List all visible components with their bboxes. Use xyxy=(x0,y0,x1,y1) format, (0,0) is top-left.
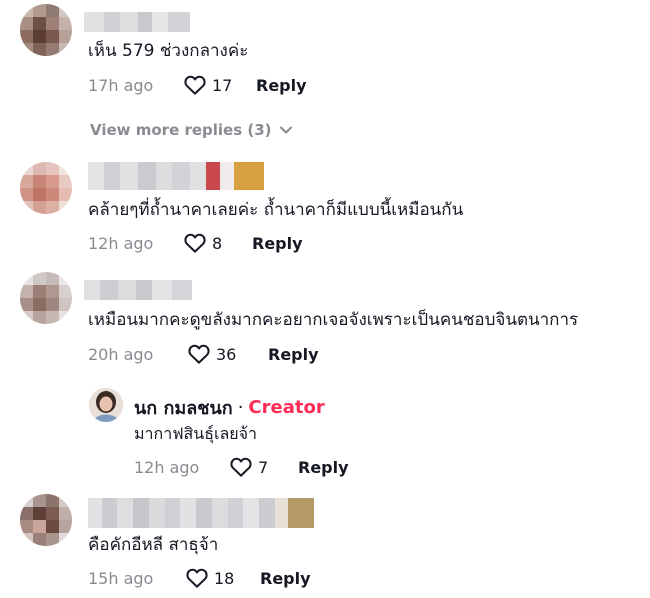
creator-reply-meta: 12h ago 7 Reply xyxy=(134,457,349,477)
avatar[interactable] xyxy=(20,4,72,56)
reply-button[interactable]: Reply xyxy=(256,76,307,95)
heart-icon xyxy=(188,344,210,364)
reply-button[interactable]: Reply xyxy=(252,234,303,253)
reply-button[interactable]: Reply xyxy=(268,345,319,364)
heart-icon xyxy=(184,233,206,253)
like-count: 7 xyxy=(258,457,269,477)
comment-meta: 17h ago 17 Reply xyxy=(88,75,307,95)
view-more-replies-button[interactable]: View more replies (3) xyxy=(90,121,292,139)
username-blurred[interactable] xyxy=(88,498,314,528)
chevron-down-icon xyxy=(279,126,292,134)
like-button[interactable]: 8 xyxy=(184,233,252,253)
creator-header: นก กมลชนก · Creator xyxy=(134,393,325,422)
creator-avatar-image xyxy=(89,388,123,422)
comment-text: คือคักอีหลี สาธุจ้า xyxy=(88,535,219,555)
creator-reply-text: มากาฟสินธุ์เลยจ้า xyxy=(134,424,258,443)
view-more-label: View more replies (3) xyxy=(90,121,272,139)
comment-text: เหมือนมากคะดูขลังมากคะอยากเจอจังเพราะเป็… xyxy=(88,310,579,330)
avatar[interactable] xyxy=(20,162,72,214)
heart-icon xyxy=(186,568,208,588)
like-button[interactable]: 36 xyxy=(188,344,268,364)
timestamp: 20h ago xyxy=(88,344,154,364)
avatar[interactable] xyxy=(20,494,72,546)
reply-button[interactable]: Reply xyxy=(260,569,311,588)
like-count: 8 xyxy=(212,233,223,253)
comment-meta: 20h ago 36 Reply xyxy=(88,344,319,364)
separator-dot: · xyxy=(237,397,244,418)
timestamp: 12h ago xyxy=(134,457,200,477)
comment-text: เห็น 579 ช่วงกลางค่ะ xyxy=(88,41,249,61)
reply-button[interactable]: Reply xyxy=(298,458,349,477)
creator-name[interactable]: นก กมลชนก xyxy=(134,393,233,422)
like-button[interactable]: 7 xyxy=(230,457,298,477)
username-blurred[interactable] xyxy=(84,12,190,32)
username-blurred[interactable] xyxy=(88,162,264,190)
creator-badge: Creator xyxy=(248,397,325,418)
comment-meta: 12h ago 8 Reply xyxy=(88,233,303,253)
timestamp: 12h ago xyxy=(88,233,154,253)
like-button[interactable]: 18 xyxy=(186,568,260,588)
like-count: 18 xyxy=(214,568,235,588)
comment-text: คล้ายๆที่ถ้ำนาคาเลยค่ะ ถ้ำนาคาก็มีแบบนี้… xyxy=(88,200,464,220)
timestamp: 17h ago xyxy=(88,75,154,95)
timestamp: 15h ago xyxy=(88,568,154,588)
like-count: 17 xyxy=(212,75,233,95)
heart-icon xyxy=(184,75,206,95)
comment-meta: 15h ago 18 Reply xyxy=(88,568,311,588)
like-count: 36 xyxy=(216,344,237,364)
like-button[interactable]: 17 xyxy=(184,75,256,95)
avatar[interactable] xyxy=(20,272,72,324)
creator-avatar[interactable] xyxy=(89,388,123,422)
heart-icon xyxy=(230,457,252,477)
username-blurred[interactable] xyxy=(84,280,192,300)
